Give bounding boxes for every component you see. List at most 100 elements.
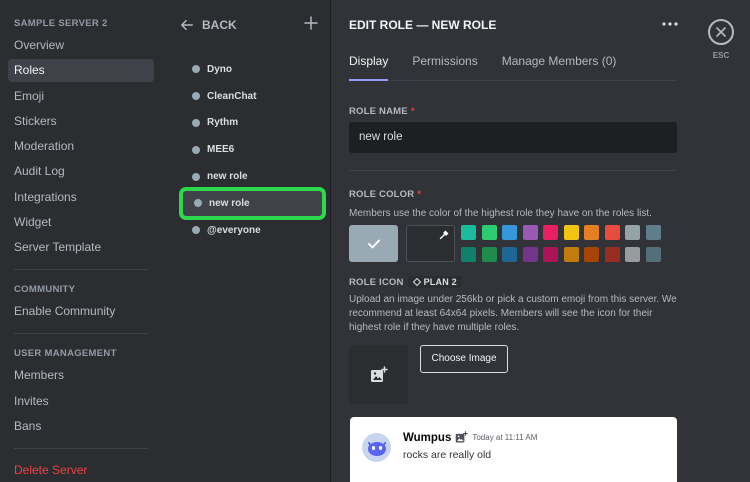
color-swatch[interactable]	[502, 247, 517, 262]
role-item-mee6[interactable]: MEE6	[180, 136, 325, 163]
image-add-icon	[456, 431, 469, 443]
sidebar-item-bans[interactable]: Bans	[8, 415, 154, 438]
role-label: Rythm	[207, 117, 239, 129]
tab-display[interactable]: Display	[349, 50, 389, 81]
role-item-new-role[interactable]: new role	[180, 163, 325, 190]
color-swatch[interactable]	[481, 225, 497, 240]
preview-timestamp: Today at 11:11 AM	[472, 433, 538, 442]
tab-manage-members[interactable]: Manage Members (0)	[502, 50, 617, 81]
color-swatch[interactable]	[461, 247, 476, 262]
color-swatch[interactable]	[543, 247, 558, 262]
plan-badge: PLAN 2	[407, 276, 462, 288]
color-swatch[interactable]	[522, 225, 538, 240]
role-item-cleanchat[interactable]: CleanChat	[180, 83, 325, 110]
tab-permissions[interactable]: Permissions	[412, 50, 477, 81]
color-swatch[interactable]	[502, 225, 517, 240]
role-color-label-text: ROLE COLOR	[349, 189, 415, 200]
sidebar-item-audit-log[interactable]: Audit Log	[8, 160, 154, 183]
sidebar-item-overview[interactable]: Overview	[8, 34, 154, 57]
color-swatch[interactable]	[584, 225, 599, 240]
close-button[interactable]	[708, 19, 734, 45]
sidebar-item-integrations[interactable]: Integrations	[8, 186, 154, 209]
role-item-new-role-selected[interactable]: new role	[179, 187, 326, 220]
community-section-header: COMMUNITY	[14, 284, 76, 296]
color-swatch[interactable]	[563, 225, 579, 240]
sidebar-item-emoji[interactable]: Emoji	[8, 85, 154, 108]
sidebar-divider	[14, 447, 148, 449]
role-icon-label: ROLE ICON PLAN 2	[349, 276, 462, 288]
back-button[interactable]: BACK	[180, 18, 237, 32]
wumpus-avatar-icon	[367, 441, 386, 456]
preview-username-row: Wumpus Today at 11:11 AM	[403, 431, 537, 444]
role-color-dot	[192, 118, 200, 127]
role-label: CleanChat	[207, 90, 257, 102]
role-name-label-text: ROLE NAME	[349, 106, 408, 117]
color-swatch[interactable]	[481, 247, 497, 262]
role-color-dot	[192, 92, 200, 101]
role-preview-card: Wumpus Today at 11:11 AM rocks are reall…	[350, 417, 677, 482]
roles-list: Dyno CleanChat Rythm MEE6 new role new r…	[179, 56, 326, 244]
color-swatch[interactable]	[645, 247, 661, 262]
sidebar-item-moderation[interactable]: Moderation	[8, 135, 154, 158]
roles-list-panel: BACK Dyno CleanChat Rythm MEE6 new role …	[160, 0, 331, 482]
edit-role-panel: EDIT ROLE — NEW ROLE Display Permissions…	[332, 0, 694, 482]
sidebar-divider	[14, 269, 148, 271]
sidebar-item-invites[interactable]: Invites	[8, 390, 154, 413]
required-mark: *	[417, 189, 422, 200]
esc-label: ESC	[712, 51, 730, 60]
edit-role-tabs: Display Permissions Manage Members (0)	[349, 50, 677, 81]
settings-sidebar: SAMPLE SERVER 2 Overview Roles Emoji Sti…	[0, 0, 160, 482]
sidebar-item-server-template[interactable]: Server Template	[8, 236, 154, 259]
role-color-dot	[192, 65, 200, 74]
sidebar-item-widget[interactable]: Widget	[8, 211, 154, 234]
role-color-description: Members use the color of the highest rol…	[349, 208, 652, 219]
role-color-dot	[194, 199, 202, 208]
preview-message: rocks are really old	[403, 449, 492, 461]
role-name-input[interactable]: new role	[349, 122, 677, 153]
check-icon	[367, 239, 380, 248]
plus-icon[interactable]	[304, 16, 318, 30]
color-swatch[interactable]	[563, 247, 579, 262]
back-label: BACK	[202, 18, 237, 32]
ellipsis-icon[interactable]	[662, 18, 678, 30]
color-swatch[interactable]	[604, 247, 620, 262]
sidebar-item-stickers[interactable]: Stickers	[8, 110, 154, 133]
role-label: Dyno	[207, 63, 232, 75]
page-title: EDIT ROLE — NEW ROLE	[349, 18, 497, 32]
role-item-dyno[interactable]: Dyno	[180, 56, 325, 83]
color-swatch-grid	[461, 225, 661, 262]
color-swatch[interactable]	[604, 225, 620, 240]
color-swatch[interactable]	[625, 247, 640, 262]
sidebar-item-roles[interactable]: Roles	[8, 59, 154, 83]
role-icon-upload[interactable]	[349, 345, 408, 404]
boost-gem-icon	[412, 278, 421, 286]
default-color-swatch[interactable]	[349, 225, 398, 262]
delete-server-button[interactable]: Delete Server	[8, 459, 154, 482]
role-item-everyone[interactable]: @everyone	[180, 217, 325, 244]
color-swatch[interactable]	[584, 247, 599, 262]
avatar	[362, 433, 391, 462]
sidebar-divider	[14, 333, 148, 335]
close-icon	[716, 27, 726, 37]
role-icon-label-text: ROLE ICON	[349, 276, 404, 288]
choose-image-button[interactable]: Choose Image	[420, 345, 508, 373]
color-swatch[interactable]	[461, 225, 476, 240]
role-color-dot	[192, 145, 200, 154]
role-icon-description: Upload an image under 256kb or pick a cu…	[349, 294, 677, 333]
required-mark: *	[410, 106, 415, 117]
sidebar-item-members[interactable]: Members	[8, 364, 154, 387]
color-swatch[interactable]	[645, 225, 661, 240]
eyedropper-icon	[439, 230, 449, 240]
color-swatch[interactable]	[522, 247, 538, 262]
custom-color-swatch[interactable]	[406, 225, 455, 262]
section-divider	[349, 170, 677, 171]
role-color-label: ROLE COLOR *	[349, 189, 421, 200]
role-label: @everyone	[207, 224, 261, 236]
sidebar-item-enable-community[interactable]: Enable Community	[8, 300, 154, 323]
role-color-dot	[192, 172, 200, 181]
color-swatch[interactable]	[625, 225, 640, 240]
color-swatch[interactable]	[543, 225, 558, 240]
plan-badge-text: PLAN 2	[423, 277, 457, 287]
role-item-rythm[interactable]: Rythm	[180, 110, 325, 137]
role-label: MEE6	[207, 144, 235, 156]
